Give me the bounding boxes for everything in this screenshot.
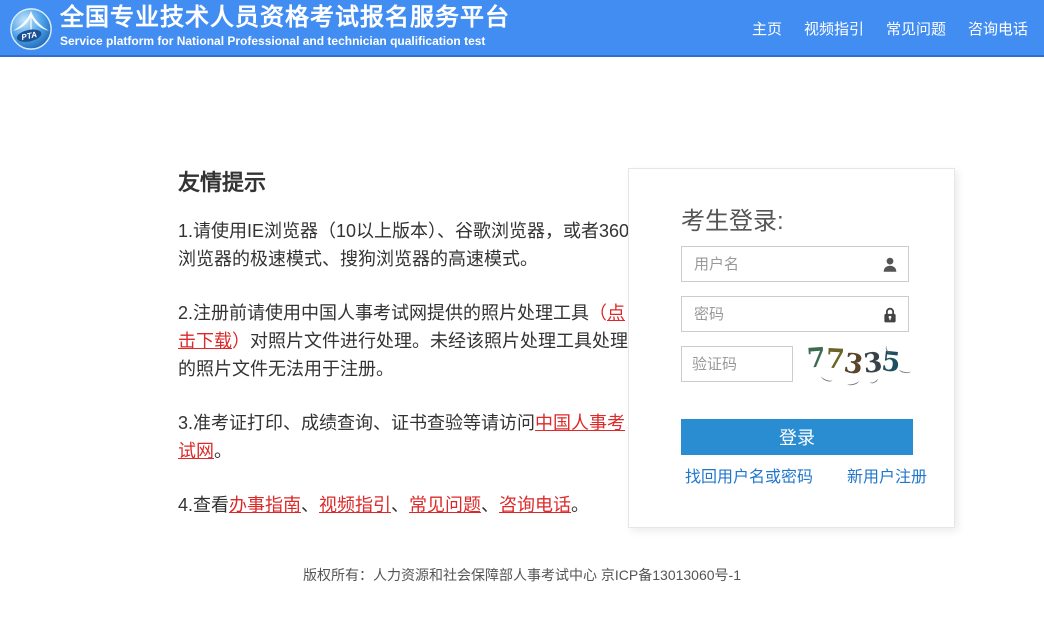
tip-2: 2.注册前请使用中国人事考试网提供的照片处理工具（点击下载）对照片文件进行处理。… xyxy=(178,299,630,383)
pta-logo-icon: PTA xyxy=(8,6,54,52)
header: PTA 全国专业技术人员资格考试报名服务平台 Service platform … xyxy=(0,0,1044,57)
nav-faq[interactable]: 常见问题 xyxy=(886,18,946,39)
captcha-digit: 3 xyxy=(841,348,864,382)
friendly-tips: 友情提示 1.请使用IE浏览器（10以上版本）、谷歌浏览器，或者360浏览器的极… xyxy=(178,165,630,545)
tip-2-paren-close: ） xyxy=(232,331,250,351)
tip-4-text-1: 4.查看 xyxy=(178,495,229,515)
login-links: 找回用户名或密码 新用户注册 xyxy=(685,463,927,487)
footer-copyright: 版权所有：人力资源和社会保障部人事考试中心 京ICP备13013060号-1 xyxy=(0,565,1044,585)
user-icon xyxy=(881,256,899,274)
username-input[interactable] xyxy=(682,247,908,281)
lock-icon xyxy=(881,306,899,324)
forgot-password-link[interactable]: 找回用户名或密码 xyxy=(685,463,813,487)
nav-home[interactable]: 主页 xyxy=(752,18,782,39)
page: PTA 全国专业技术人员资格考试报名服务平台 Service platform … xyxy=(0,0,1044,638)
tip-4-text-2: 。 xyxy=(571,495,589,515)
login-heading: 考生登录: xyxy=(681,201,784,236)
phone-link[interactable]: 咨询电话 xyxy=(499,495,571,515)
captcha-field-wrap xyxy=(681,346,793,382)
tip-3-text-1: 3.准考证打印、成绩查询、证书查验等请访问 xyxy=(178,413,535,433)
faq-link[interactable]: 常见问题 xyxy=(409,495,481,515)
tip-1: 1.请使用IE浏览器（10以上版本）、谷歌浏览器，或者360浏览器的极速模式、搜… xyxy=(178,217,630,273)
nav-video-guide[interactable]: 视频指引 xyxy=(804,18,864,39)
brand: 全国专业技术人员资格考试报名服务平台 Service platform for … xyxy=(60,4,510,48)
captcha-image[interactable]: 7 7 3 3 5 xyxy=(807,341,917,387)
guide-link[interactable]: 办事指南 xyxy=(229,495,301,515)
site-subtitle: Service platform for National Profession… xyxy=(60,34,510,48)
nav-phone[interactable]: 咨询电话 xyxy=(968,18,1028,39)
tip-4-sep-3: 、 xyxy=(481,495,499,515)
tip-4-sep-2: 、 xyxy=(391,495,409,515)
tip-1-text: 1.请使用IE浏览器（10以上版本）、谷歌浏览器，或者360浏览器的极速模式、搜… xyxy=(178,221,629,269)
password-input[interactable] xyxy=(682,297,908,331)
header-nav: 主页 视频指引 常见问题 咨询电话 xyxy=(752,0,1028,57)
login-panel: 考生登录: xyxy=(628,168,955,528)
tip-3-text-2: 。 xyxy=(214,441,232,461)
captcha-input[interactable] xyxy=(682,347,792,381)
login-button[interactable]: 登录 xyxy=(681,419,913,455)
register-link[interactable]: 新用户注册 xyxy=(847,463,927,487)
username-field-wrap xyxy=(681,246,909,282)
tip-2-paren-open: （ xyxy=(589,303,607,323)
tips-heading: 友情提示 xyxy=(178,165,630,197)
captcha-digit: 7 xyxy=(806,342,827,374)
tip-4-sep-1: 、 xyxy=(301,495,319,515)
site-title: 全国专业技术人员资格考试报名服务平台 xyxy=(60,4,510,32)
video-guide-link[interactable]: 视频指引 xyxy=(319,495,391,515)
tip-3: 3.准考证打印、成绩查询、证书查验等请访问中国人事考试网。 xyxy=(178,409,630,465)
password-field-wrap xyxy=(681,296,909,332)
tip-4: 4.查看办事指南、视频指引、常见问题、咨询电话。 xyxy=(178,491,630,519)
tip-2-text-1: 2.注册前请使用中国人事考试网提供的照片处理工具 xyxy=(178,303,589,323)
